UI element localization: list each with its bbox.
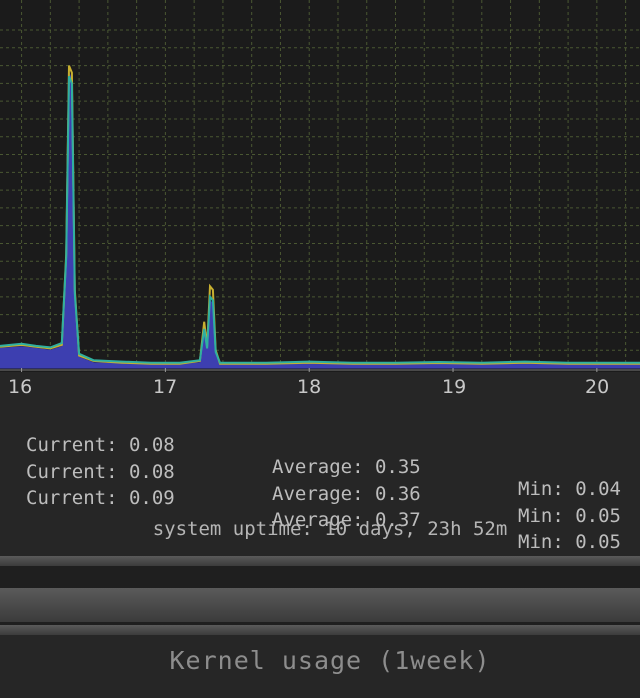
panel-divider xyxy=(0,625,640,635)
x-tick-label: 19 xyxy=(442,376,467,398)
series-area xyxy=(0,72,640,369)
average-value: Average: 0.36 xyxy=(272,483,421,505)
system-uptime: system uptime: 10 days, 23h 52m xyxy=(152,518,508,540)
x-tick-label: 17 xyxy=(153,376,178,398)
load-chart xyxy=(0,0,640,372)
panel-divider xyxy=(0,556,640,566)
panel-title: Kernel usage (1week) xyxy=(169,646,491,675)
current-value: Current: 0.08 xyxy=(26,461,175,483)
min-value: Min: 0.04 xyxy=(518,478,621,500)
x-tick-label: 16 xyxy=(8,376,33,398)
load-chart-plot xyxy=(0,0,640,372)
x-tick-label: 20 xyxy=(585,376,610,398)
x-tick-label: 18 xyxy=(297,376,322,398)
average-value: Average: 0.35 xyxy=(272,456,421,478)
panel-gap xyxy=(0,566,640,588)
current-value: Current: 0.09 xyxy=(26,487,175,509)
panel-header-bar[interactable] xyxy=(0,588,640,622)
series-line xyxy=(0,65,640,365)
current-value: Current: 0.08 xyxy=(26,434,175,456)
